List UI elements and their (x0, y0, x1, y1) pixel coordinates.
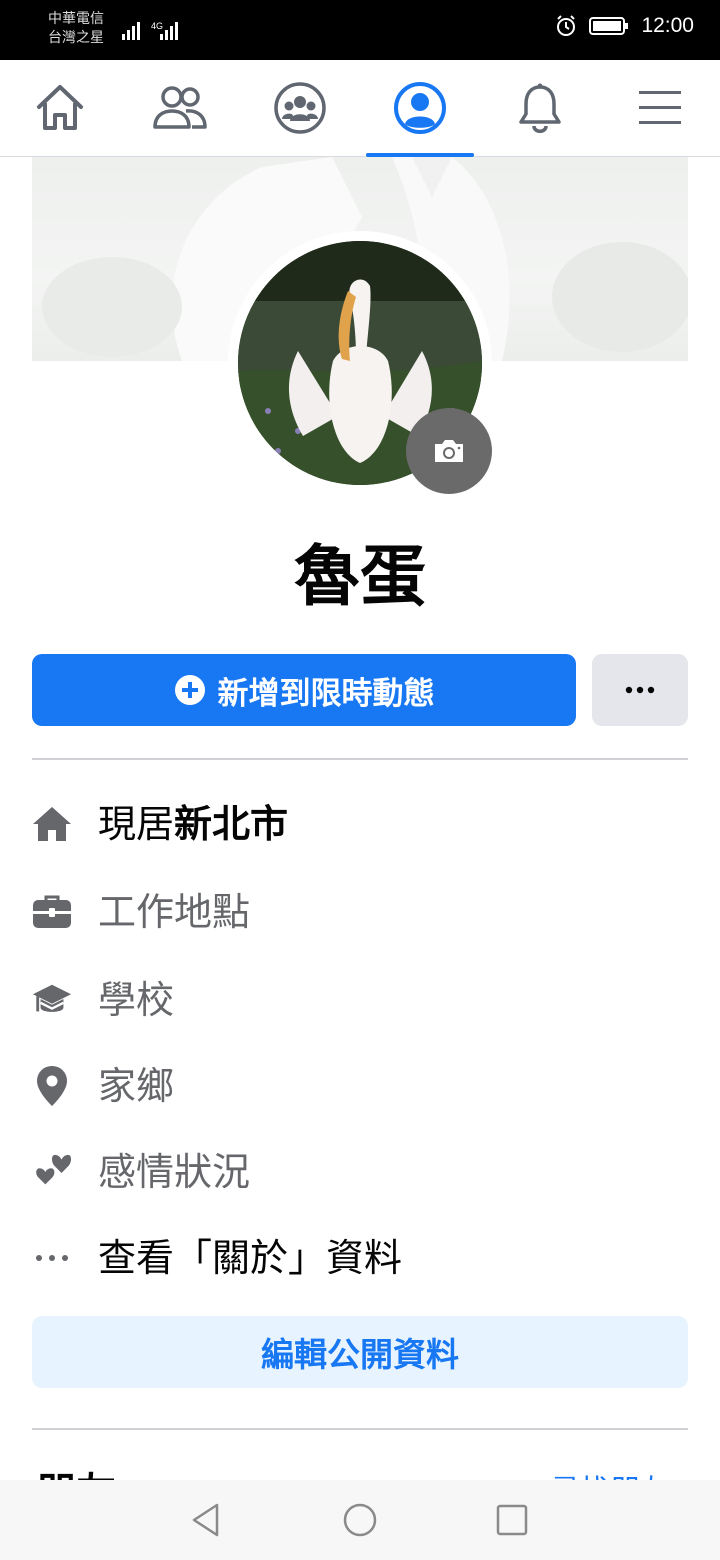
carrier-info: 中華電信 台灣之星 (48, 10, 104, 48)
relationship-row[interactable]: 感情狀況 (32, 1142, 688, 1202)
tab-home[interactable] (6, 60, 114, 156)
tab-notifications[interactable] (486, 60, 594, 156)
recents-button[interactable] (490, 1498, 534, 1542)
clock: 12:00 (641, 14, 694, 37)
signal-icon: 4G (122, 21, 178, 40)
edit-public-details-button[interactable]: 編輯公開資料 (32, 1316, 688, 1388)
see-about-row[interactable]: 查看「關於」資料 (32, 1228, 688, 1288)
workplace-row[interactable]: 工作地點 (32, 882, 688, 942)
home-circle-icon (343, 1503, 377, 1537)
change-avatar-button[interactable] (406, 408, 492, 494)
divider (32, 758, 688, 760)
carrier-secondary: 台灣之星 (48, 30, 104, 46)
workplace-text: 工作地點 (98, 890, 251, 934)
current-city-value: 新北市 (174, 802, 289, 846)
home-system-button[interactable] (338, 1498, 382, 1542)
more-options-button[interactable] (592, 654, 688, 726)
back-triangle-icon (192, 1503, 219, 1537)
location-pin-icon (32, 1066, 72, 1106)
alarm-icon (557, 15, 576, 36)
hamburger-menu-icon (639, 91, 681, 124)
hometown-row[interactable]: 家鄉 (32, 1056, 688, 1116)
see-about-text: 查看「關於」資料 (98, 1236, 403, 1280)
profile-name: 魯蛋 (294, 538, 426, 615)
back-button[interactable] (184, 1498, 228, 1542)
tab-menu[interactable] (606, 60, 714, 156)
home-icon (37, 85, 83, 130)
profile-icon (394, 82, 446, 134)
current-city-prefix: 現居 (98, 802, 175, 846)
plus-circle-icon (174, 675, 205, 705)
camera-icon (435, 440, 463, 462)
groups-icon (274, 82, 326, 134)
friends-icon (153, 86, 207, 129)
briefcase-icon (32, 892, 72, 932)
divider (32, 1428, 688, 1430)
home-icon (32, 804, 72, 844)
hometown-text: 家鄉 (98, 1064, 175, 1108)
add-to-story-label: 新增到限時動態 (217, 675, 435, 712)
current-city-text: 現居新北市 (98, 800, 288, 848)
network-type: 4G (151, 21, 163, 31)
recents-square-icon (496, 1504, 528, 1536)
hearts-icon (32, 1152, 72, 1192)
battery-icon (589, 17, 629, 35)
relationship-text: 感情狀況 (98, 1150, 251, 1194)
status-bar: 中華電信 台灣之星 4G 12:00 (0, 0, 720, 60)
carrier-primary: 中華電信 (48, 11, 104, 27)
more-dots-icon (32, 1238, 72, 1278)
tab-groups[interactable] (246, 60, 354, 156)
system-nav-bar (0, 1480, 720, 1560)
school-text: 學校 (98, 978, 175, 1022)
school-row[interactable]: 學校 (32, 970, 688, 1030)
status-right: 12:00 (555, 14, 694, 38)
top-nav (0, 60, 720, 157)
tab-profile[interactable] (366, 60, 474, 157)
graduation-cap-icon (32, 980, 72, 1020)
tab-friends[interactable] (126, 60, 234, 156)
bell-icon (519, 83, 561, 133)
current-city-row[interactable]: 現居新北市 (32, 794, 688, 854)
more-dots-icon (625, 686, 655, 694)
add-to-story-button[interactable]: 新增到限時動態 (32, 654, 576, 726)
